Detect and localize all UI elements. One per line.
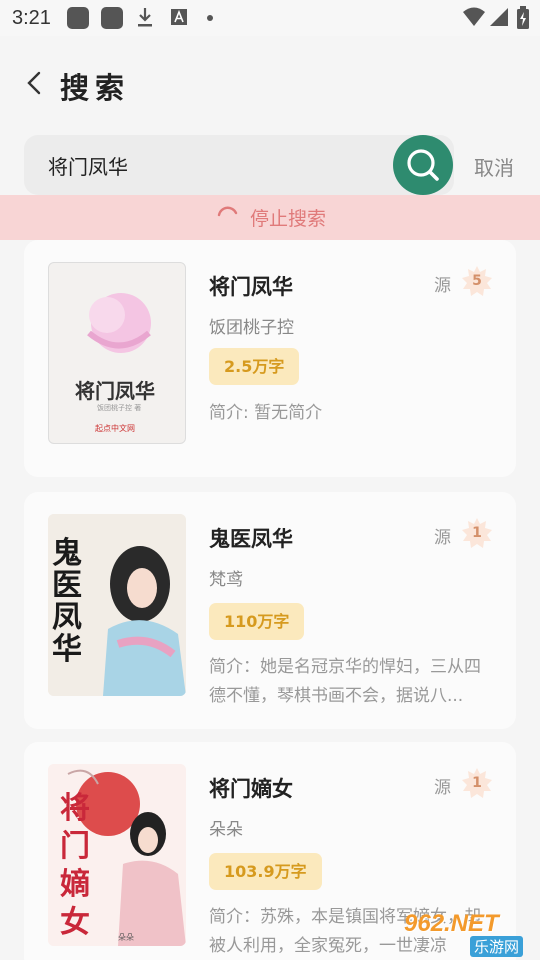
notification-icon (101, 7, 123, 29)
book-intro: 简介: 暂无简介 (209, 403, 323, 423)
site-watermark: 962.NET 乐游网 (400, 910, 540, 960)
source-count: 1 (472, 775, 482, 791)
book-card[interactable]: 鬼医凤华 鬼医凤华 梵鸢 110万字 简介：她是名冠京华的悍妇，三从四德不懂，琴… (24, 492, 516, 729)
download-icon (138, 8, 152, 27)
source-count-badge[interactable]: 1 (461, 517, 493, 549)
source-label: 源 (434, 528, 451, 548)
book-title: 将门嫡女 (209, 777, 293, 801)
back-icon[interactable] (20, 68, 50, 98)
status-time: 3:21 (12, 7, 51, 29)
status-bar: 3:21 (0, 0, 540, 36)
book-title: 将门凤华 (209, 275, 293, 299)
cover-title: 鬼医凤华 (52, 536, 82, 667)
word-count-badge: 103.9万字 (209, 853, 322, 890)
cover-publisher: 起点中文网 (95, 424, 135, 433)
loading-spinner-icon (217, 206, 238, 217)
search-icon (407, 149, 439, 181)
word-count-badge: 110万字 (209, 603, 305, 640)
source-count-badge[interactable]: 5 (461, 265, 493, 297)
book-cover: 将门凤华 饭团桃子控 著 起点中文网 (48, 262, 186, 444)
book-card[interactable]: 将门凤华 饭团桃子控 著 起点中文网 将门凤华 饭团桃子控 2.5万字 简介: … (24, 240, 516, 477)
watermark-sub: 乐游网 (470, 936, 524, 957)
cover-author: 朵朵 (118, 933, 134, 942)
book-author: 饭团桃子控 (209, 318, 294, 338)
watermark-brand: 962.NET (404, 910, 499, 937)
source-label: 源 (434, 276, 451, 296)
search-box[interactable] (24, 135, 454, 195)
cancel-button[interactable]: 取消 (474, 152, 514, 181)
search-button[interactable] (393, 135, 453, 195)
book-intro: 简介：她是名冠京华的悍妇，三从四德不懂，琴棋书画不会，据说八... (209, 657, 481, 706)
search-input[interactable] (48, 150, 368, 180)
book-cover: 鬼医凤华 (48, 514, 186, 696)
source-count: 5 (472, 273, 482, 289)
source-count: 1 (472, 525, 482, 541)
notification-icon (67, 7, 89, 29)
book-cover: 将门嫡女 朵朵 (48, 764, 186, 946)
book-author: 梵鸢 (209, 570, 243, 590)
wifi-icon (463, 7, 485, 26)
font-icon (171, 9, 187, 25)
cover-author: 饭团桃子控 著 (97, 404, 142, 412)
cover-title: 将门凤华 (75, 379, 155, 403)
word-count-badge: 2.5万字 (209, 348, 300, 385)
battery-icon (517, 6, 529, 29)
page-title: 搜索 (60, 71, 131, 105)
more-notifications-icon (207, 15, 213, 21)
source-label: 源 (434, 778, 451, 798)
cover-title: 将门嫡女 (60, 791, 90, 940)
signal-icon (490, 8, 508, 26)
book-title: 鬼医凤华 (209, 527, 293, 551)
cover-art (87, 293, 151, 353)
book-author: 朵朵 (209, 820, 243, 840)
stop-search-label[interactable]: 停止搜索 (250, 204, 326, 231)
source-count-badge[interactable]: 1 (461, 767, 493, 799)
header: 搜索 (0, 36, 540, 130)
